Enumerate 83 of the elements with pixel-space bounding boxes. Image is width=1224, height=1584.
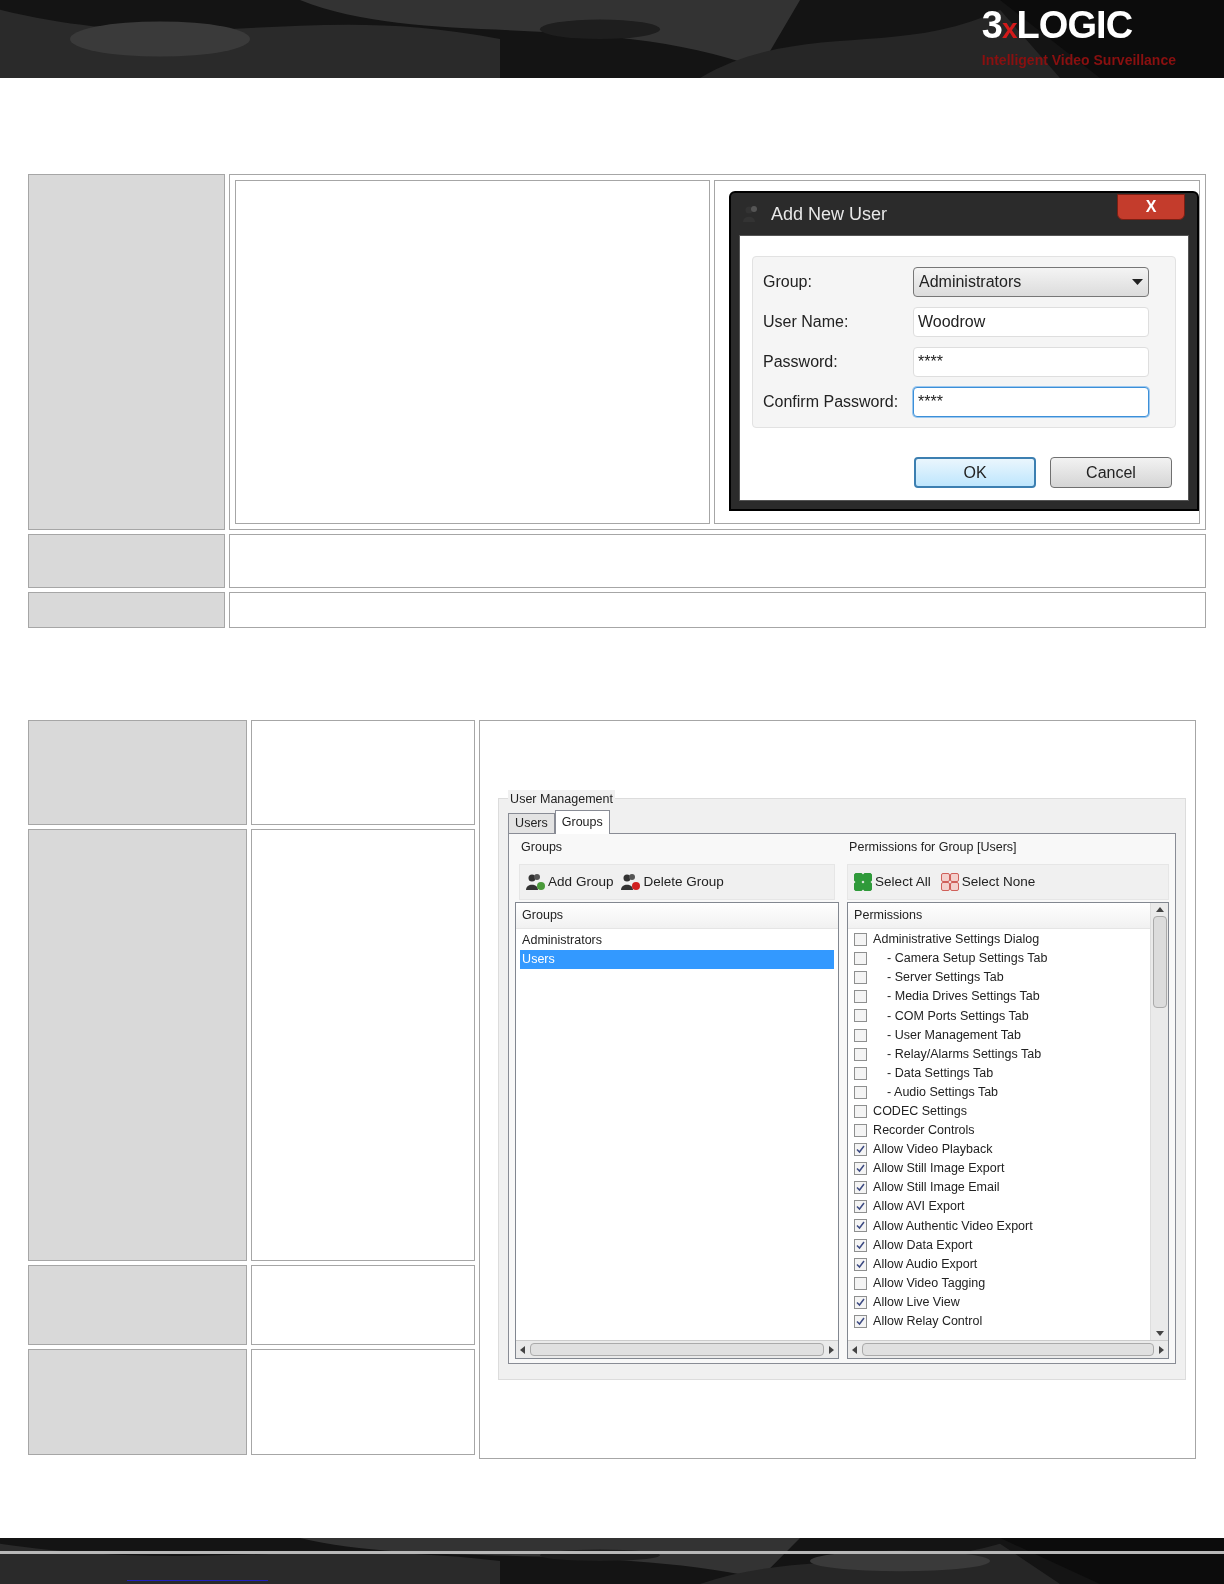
- permission-label: - Data Settings Tab: [886, 1064, 994, 1082]
- horizontal-scrollbar[interactable]: [516, 1340, 839, 1358]
- permission-label: CODEC Settings: [873, 1103, 967, 1120]
- arrow-down-icon[interactable]: [1155, 1331, 1164, 1336]
- arrow-right-icon[interactable]: [828, 1345, 835, 1354]
- field-label: Password:: [763, 352, 839, 372]
- arrow-left-icon[interactable]: [520, 1345, 527, 1354]
- group-title: Groups: [520, 839, 564, 856]
- close-button[interactable]: X: [1117, 194, 1185, 220]
- permission-label: - User Management Tab: [886, 1026, 1021, 1044]
- checkbox[interactable]: [854, 1162, 868, 1176]
- permission-label: - Audio Settings Tab: [886, 1083, 999, 1101]
- permission-label: - Camera Setup Settings Tab: [886, 950, 1048, 968]
- permission-label: - Media Drives Settings Tab: [886, 988, 1040, 1006]
- checkbox[interactable]: [854, 1314, 868, 1328]
- tagline: Intelligent Video Surveillance: [981, 51, 1176, 70]
- caret-icon: [1132, 279, 1143, 285]
- permission-label: - Server Settings Tab: [886, 969, 1004, 987]
- permission-label: Recorder Controls: [873, 1122, 975, 1140]
- arrow-up-icon[interactable]: [1155, 907, 1164, 912]
- logo: 3xLOGIC: [981, 4, 1133, 48]
- input-field[interactable]: Woodrow: [913, 307, 1149, 337]
- list-item[interactable]: Administrators: [520, 931, 835, 950]
- grid-icon: [940, 873, 959, 891]
- permission-label: Administrative Settings Dialog: [873, 931, 1040, 949]
- group-dropdown[interactable]: Administrators: [913, 267, 1149, 297]
- checkbox[interactable]: [854, 1295, 868, 1309]
- permission-label: Allow Relay Control: [873, 1313, 983, 1331]
- toolbar-button[interactable]: Delete Group: [621, 871, 724, 893]
- field-label: Group:: [763, 272, 813, 292]
- arrow-right-icon[interactable]: [1158, 1345, 1165, 1354]
- checkbox[interactable]: [854, 1200, 868, 1214]
- field-label: Confirm Password:: [763, 392, 900, 412]
- user-add-icon: [526, 873, 547, 891]
- permission-label: Allow AVI Export: [873, 1198, 965, 1216]
- checkbox[interactable]: [854, 1143, 868, 1157]
- scroll-thumb[interactable]: [530, 1343, 825, 1356]
- scroll-thumb[interactable]: [862, 1343, 1155, 1356]
- permission-label: Allow Still Image Export: [873, 1160, 1005, 1178]
- checkbox[interactable]: [854, 952, 868, 966]
- permission-label: Allow Live View: [873, 1293, 960, 1311]
- input-field[interactable]: ****: [913, 347, 1149, 377]
- checkbox[interactable]: [854, 1219, 868, 1233]
- checkbox[interactable]: [854, 1028, 868, 1042]
- group-title: Permissions for Group [Users]: [848, 839, 1018, 856]
- permission-label: Allow Still Image Email: [873, 1179, 1000, 1197]
- permission-label: Allow Video Playback: [873, 1141, 993, 1159]
- grid-icon: [854, 873, 873, 891]
- checkbox[interactable]: [854, 1085, 868, 1099]
- permission-label: - COM Ports Settings Tab: [886, 1007, 1029, 1025]
- user-remove-icon: [621, 873, 642, 891]
- checkbox[interactable]: [854, 1124, 868, 1137]
- dialog-button[interactable]: OK: [914, 457, 1036, 488]
- permission-label: Allow Data Export: [873, 1236, 973, 1254]
- horizontal-scrollbar[interactable]: [848, 1340, 1169, 1358]
- checkbox[interactable]: [854, 1181, 868, 1195]
- toolbar-button[interactable]: Select None: [940, 871, 1036, 893]
- field-label: User Name:: [763, 312, 850, 332]
- checkbox[interactable]: [854, 1257, 868, 1271]
- checkbox[interactable]: [854, 1104, 868, 1118]
- checkbox[interactable]: [854, 1238, 868, 1252]
- panel-title: User Management: [508, 790, 615, 808]
- checkbox[interactable]: [854, 1009, 868, 1023]
- vertical-scrollbar[interactable]: [1150, 903, 1169, 1340]
- arrow-left-icon[interactable]: [852, 1345, 859, 1354]
- checkbox[interactable]: [854, 1047, 868, 1061]
- input-field[interactable]: ****: [913, 387, 1149, 417]
- tab[interactable]: Groups: [554, 810, 610, 834]
- checkbox[interactable]: [854, 933, 868, 947]
- checkbox[interactable]: [854, 971, 868, 985]
- toolbar-button[interactable]: Add Group: [526, 871, 614, 893]
- dialog-button[interactable]: Cancel: [1050, 457, 1172, 488]
- window-title: Add New User: [771, 202, 888, 226]
- permission-label: Allow Video Tagging: [873, 1274, 986, 1292]
- tab[interactable]: Users: [508, 813, 555, 833]
- permission-label: Allow Authentic Video Export: [873, 1217, 1033, 1235]
- checkbox[interactable]: [854, 1066, 868, 1080]
- toolbar-button[interactable]: Select All: [854, 871, 931, 893]
- checkbox[interactable]: [854, 990, 868, 1004]
- permission-label: Allow Audio Export: [873, 1255, 978, 1273]
- scroll-thumb[interactable]: [1152, 916, 1167, 1008]
- checkbox[interactable]: [854, 1276, 868, 1290]
- permission-label: - Relay/Alarms Settings Tab: [886, 1045, 1042, 1063]
